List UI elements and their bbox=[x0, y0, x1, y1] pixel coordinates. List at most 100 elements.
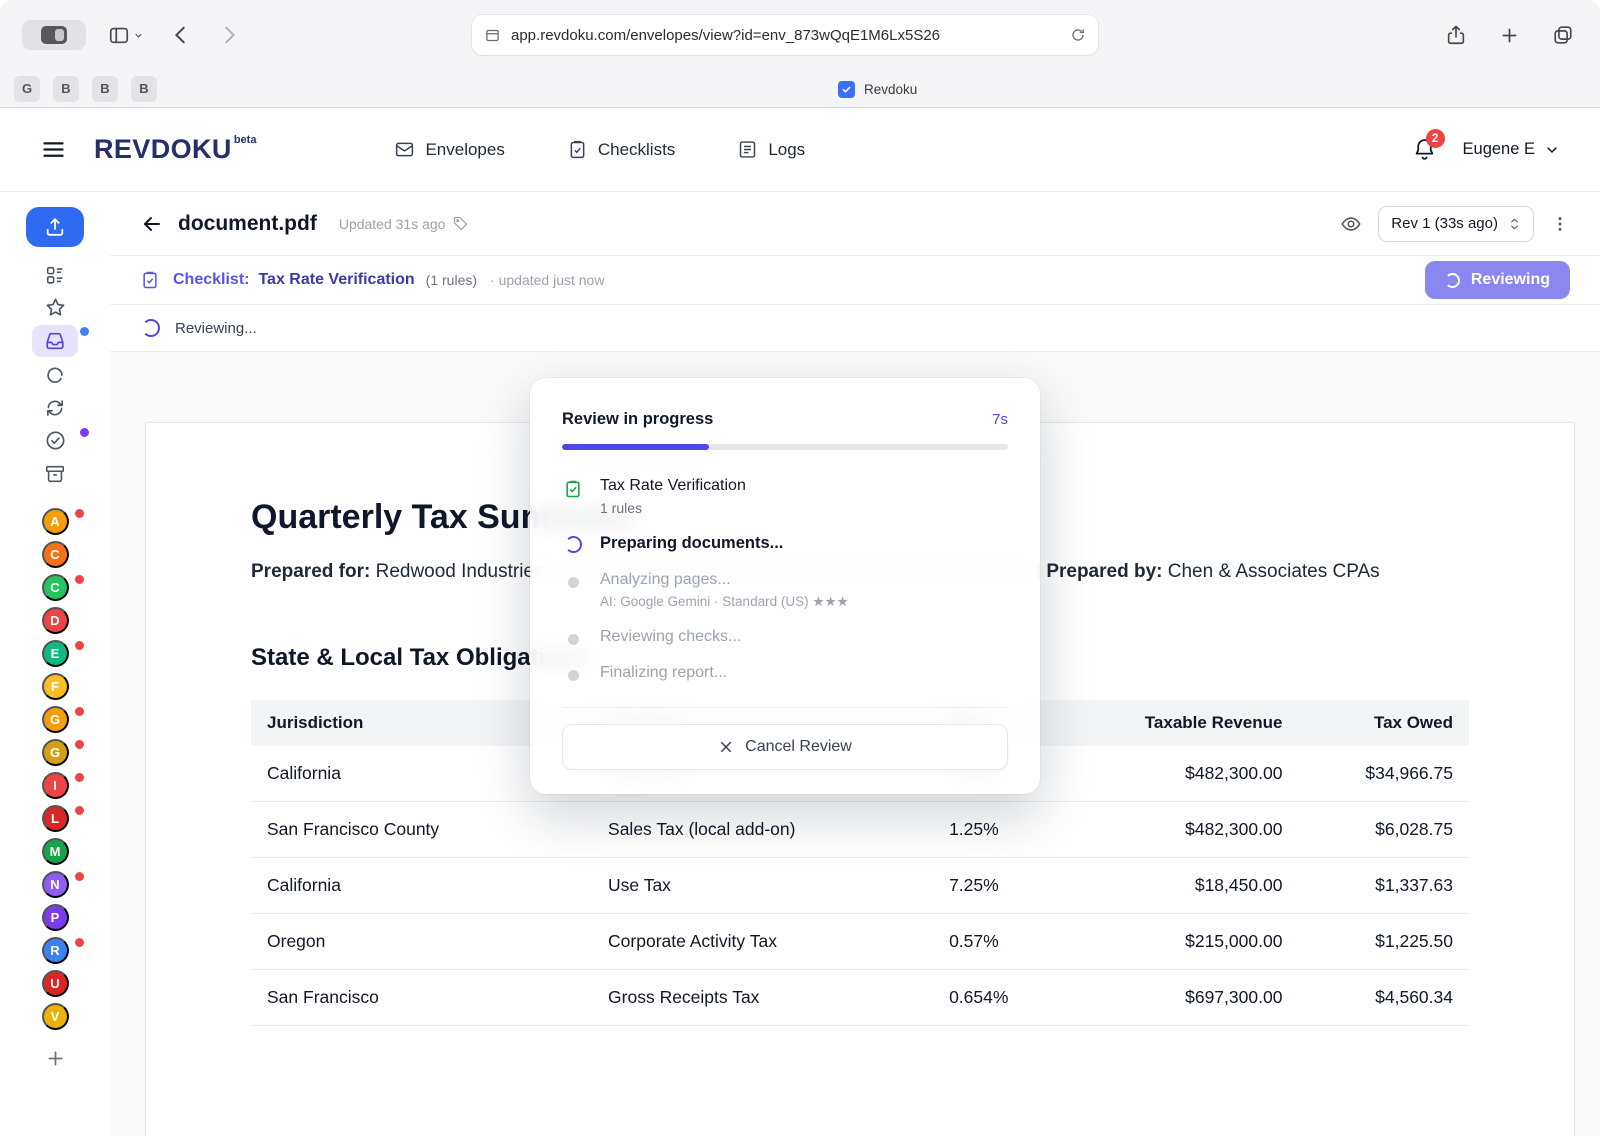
pinned-tab[interactable]: B bbox=[92, 76, 118, 102]
contact-avatar-v[interactable]: V bbox=[42, 1003, 69, 1030]
pinned-tab[interactable]: B bbox=[53, 76, 79, 102]
table-cell: Sales Tax (local add-on) bbox=[592, 802, 933, 858]
back-button[interactable] bbox=[166, 20, 196, 50]
back-to-list-button[interactable] bbox=[140, 212, 164, 236]
checklist-name-link[interactable]: Tax Rate Verification bbox=[258, 271, 414, 289]
contact-avatar-g[interactable]: G bbox=[42, 706, 69, 733]
address-bar[interactable]: app.revdoku.com/envelopes/view?id=env_87… bbox=[472, 15, 1098, 55]
contact-avatar-p[interactable]: P bbox=[42, 904, 69, 931]
table-cell: Gross Receipts Tax bbox=[592, 970, 933, 1026]
more-options-button[interactable] bbox=[1550, 214, 1570, 234]
upload-icon bbox=[44, 216, 66, 238]
reviewing-status-button[interactable]: Reviewing bbox=[1425, 261, 1570, 299]
contact-avatar-e[interactable]: E bbox=[42, 640, 69, 667]
sidebar-item-favorites[interactable] bbox=[32, 291, 78, 324]
close-icon bbox=[718, 739, 734, 755]
pending-dot-icon bbox=[562, 571, 584, 588]
notification-dot bbox=[75, 707, 84, 716]
logo[interactable]: REVDOKU beta bbox=[94, 136, 256, 163]
table-cell: $18,450.00 bbox=[1091, 858, 1298, 914]
sidebar-item-inbox[interactable] bbox=[32, 325, 78, 357]
contact-avatar-c[interactable]: C bbox=[42, 574, 69, 601]
safari-window: app.revdoku.com/envelopes/view?id=env_87… bbox=[0, 0, 1600, 1136]
contact-avatar-r[interactable]: R bbox=[42, 937, 69, 964]
eye-icon bbox=[1340, 213, 1362, 235]
add-contact-button[interactable] bbox=[45, 1048, 66, 1069]
user-menu[interactable]: Eugene E bbox=[1463, 140, 1560, 159]
step-sublabel: 1 rules bbox=[600, 500, 746, 516]
sidebar-item-archive[interactable] bbox=[32, 457, 78, 490]
contact-avatar-u[interactable]: U bbox=[42, 970, 69, 997]
logs-icon bbox=[737, 139, 758, 160]
reload-button[interactable] bbox=[1070, 27, 1086, 43]
document-toolbar: document.pdf Updated 31s ago Rev 1 (33s … bbox=[110, 192, 1600, 255]
nav-logs[interactable]: Logs bbox=[737, 139, 805, 160]
plus-icon bbox=[45, 1048, 66, 1069]
prepared-by-label: Prepared by: bbox=[1046, 561, 1162, 582]
window-controls-button[interactable] bbox=[22, 20, 86, 50]
revision-select[interactable]: Rev 1 (33s ago) bbox=[1378, 206, 1534, 242]
sidebar-item-in-progress[interactable] bbox=[32, 358, 78, 391]
user-name: Eugene E bbox=[1463, 140, 1535, 159]
contact-avatar-m[interactable]: M bbox=[42, 838, 69, 865]
table-cell: $1,337.63 bbox=[1298, 858, 1469, 914]
prepared-by-value: Chen & Associates CPAs bbox=[1168, 561, 1380, 582]
tab-bar: G B B B Revdoku bbox=[0, 70, 1600, 108]
pinned-tab[interactable]: B bbox=[131, 76, 157, 102]
cancel-review-button[interactable]: Cancel Review bbox=[562, 724, 1008, 770]
upload-button[interactable] bbox=[26, 207, 84, 247]
tabs-icon bbox=[1552, 24, 1574, 46]
review-step: Reviewing checks... bbox=[562, 619, 1008, 655]
menu-button[interactable] bbox=[40, 136, 67, 163]
nav-label: Logs bbox=[768, 140, 805, 160]
step-label: Reviewing checks... bbox=[600, 628, 741, 646]
sidebar-item-sync[interactable] bbox=[32, 391, 78, 424]
sidebar-toggle-button[interactable] bbox=[104, 20, 148, 50]
table-cell: 0.57% bbox=[933, 914, 1091, 970]
contact-avatar-g[interactable]: G bbox=[42, 739, 69, 766]
contact-avatar-a[interactable]: A bbox=[42, 508, 69, 535]
contact-avatar-l[interactable]: L bbox=[42, 805, 69, 832]
reload-icon bbox=[1070, 27, 1086, 43]
templates-icon bbox=[44, 264, 66, 286]
table-cell: $1,225.50 bbox=[1298, 914, 1469, 970]
share-button[interactable] bbox=[1441, 20, 1471, 50]
app-header: REVDOKU beta Envelopes Checklists Logs 2 bbox=[0, 108, 1600, 192]
table-cell: 0.654% bbox=[933, 970, 1091, 1026]
tab-overview-button[interactable] bbox=[1548, 20, 1578, 50]
new-tab-button[interactable] bbox=[1495, 21, 1524, 50]
notification-dot bbox=[75, 740, 84, 749]
step-label: Finalizing report... bbox=[600, 664, 727, 682]
contact-avatar-n[interactable]: N bbox=[42, 871, 69, 898]
clipboard-icon bbox=[140, 270, 160, 290]
browser-toolbar: app.revdoku.com/envelopes/view?id=env_87… bbox=[0, 0, 1600, 70]
forward-button[interactable] bbox=[214, 20, 244, 50]
nav-label: Checklists bbox=[598, 140, 675, 160]
checklist-label: Checklist: bbox=[173, 271, 249, 289]
notification-dot bbox=[80, 327, 89, 336]
checklist-bar: Checklist: Tax Rate Verification (1 rule… bbox=[110, 255, 1600, 305]
sidebar-item-templates[interactable] bbox=[32, 258, 78, 291]
chevron-down-icon bbox=[133, 30, 144, 41]
revision-label: Rev 1 (33s ago) bbox=[1391, 215, 1498, 232]
spinner-icon bbox=[1445, 273, 1460, 288]
pinned-tab[interactable]: G bbox=[14, 76, 40, 102]
table-cell: $697,300.00 bbox=[1091, 970, 1298, 1026]
contact-avatar-c[interactable]: C bbox=[42, 541, 69, 568]
contact-avatar-i[interactable]: I bbox=[42, 772, 69, 799]
nav-checklists[interactable]: Checklists bbox=[567, 139, 675, 160]
preview-button[interactable] bbox=[1340, 213, 1362, 235]
nav-label: Envelopes bbox=[425, 140, 504, 160]
active-tab[interactable]: Revdoku bbox=[838, 70, 917, 108]
left-sidebar: ACCDEFGGILMNPRUV bbox=[0, 192, 110, 1136]
pinned-tabs: G B B B bbox=[14, 76, 157, 102]
notifications-button[interactable]: 2 bbox=[1412, 137, 1437, 162]
contact-avatar-d[interactable]: D bbox=[42, 607, 69, 634]
nav-envelopes[interactable]: Envelopes bbox=[394, 139, 504, 160]
sidebar-item-approved[interactable] bbox=[32, 424, 78, 457]
table-row: CaliforniaUse Tax7.25%$18,450.00$1,337.6… bbox=[251, 858, 1469, 914]
contact-avatar-f[interactable]: F bbox=[42, 673, 69, 700]
pending-dot-icon bbox=[562, 628, 584, 645]
main-nav: Envelopes Checklists Logs bbox=[394, 139, 805, 160]
revdoku-favicon bbox=[838, 81, 855, 98]
